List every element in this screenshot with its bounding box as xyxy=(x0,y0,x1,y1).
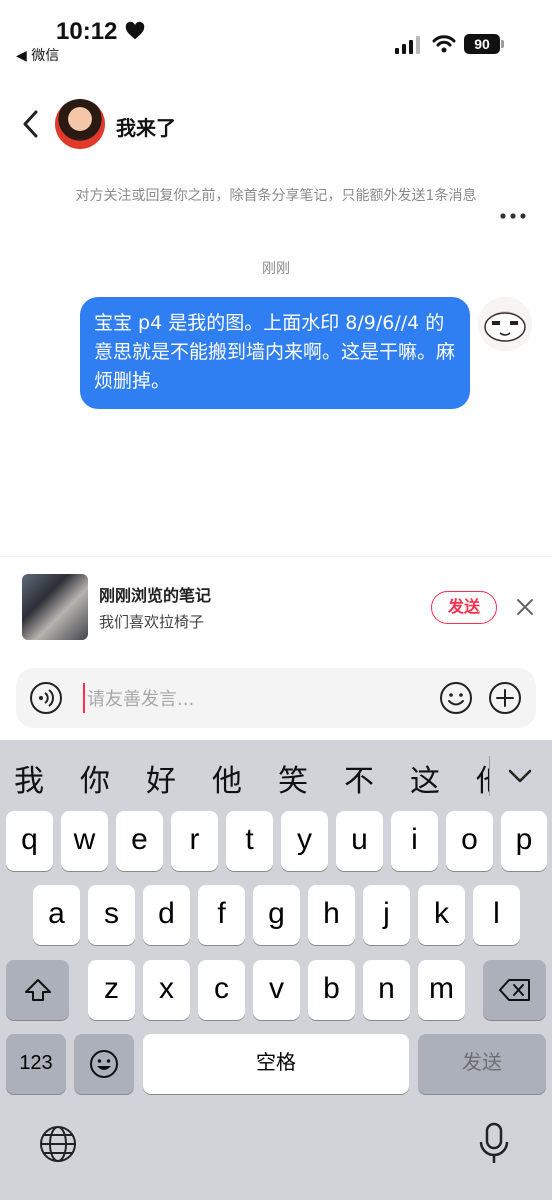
keyboard-send-key[interactable]: 发送 xyxy=(418,1034,546,1094)
wifi-icon xyxy=(432,35,456,53)
key-d[interactable]: d xyxy=(143,885,190,945)
key-o[interactable]: o xyxy=(446,811,493,871)
emoji-icon[interactable] xyxy=(439,681,473,715)
chevron-down-icon[interactable] xyxy=(506,764,534,788)
signal-icon xyxy=(395,36,420,54)
message-input[interactable] xyxy=(87,686,417,712)
key-v[interactable]: v xyxy=(253,960,300,1020)
recent-note-subtitle: 我们喜欢拉椅子 xyxy=(99,613,205,631)
key-w[interactable]: w xyxy=(61,811,108,871)
candidate-divider xyxy=(489,756,490,796)
my-avatar[interactable] xyxy=(478,297,532,351)
candidate-word[interactable]: 这 xyxy=(410,756,440,800)
key-h[interactable]: h xyxy=(308,885,355,945)
key-q[interactable]: q xyxy=(6,811,53,871)
candidate-word[interactable]: 好 xyxy=(146,756,176,800)
key-n[interactable]: n xyxy=(363,960,410,1020)
chat-title[interactable]: 我来了 xyxy=(116,112,176,141)
key-j[interactable]: j xyxy=(363,885,410,945)
candidate-word[interactable]: 他 xyxy=(212,756,242,800)
text-cursor xyxy=(83,683,85,713)
numbers-key[interactable]: 123 xyxy=(6,1034,66,1094)
sent-message-bubble[interactable]: 宝宝 p4 是我的图。上面水印 8/9/6//4 的意思就是不能搬到墙内来啊。这… xyxy=(80,297,470,409)
candidate-word[interactable]: 笑 xyxy=(278,756,308,800)
key-c[interactable]: c xyxy=(198,960,245,1020)
key-a[interactable]: a xyxy=(33,885,80,945)
key-k[interactable]: k xyxy=(418,885,465,945)
globe-icon[interactable] xyxy=(38,1124,78,1164)
shift-icon xyxy=(24,979,51,1001)
contact-avatar[interactable] xyxy=(55,99,105,149)
shift-key[interactable] xyxy=(6,960,69,1020)
key-g[interactable]: g xyxy=(253,885,300,945)
backspace-icon xyxy=(498,979,530,1001)
send-note-button[interactable]: 发送 xyxy=(431,591,497,624)
candidate-word[interactable]: 他 xyxy=(476,756,490,800)
candidate-word[interactable]: 不 xyxy=(344,756,374,800)
backspace-key[interactable] xyxy=(483,960,546,1020)
back-to-wechat-link[interactable]: ◀ 微信 xyxy=(16,45,59,65)
note-thumbnail[interactable] xyxy=(22,574,88,640)
plus-icon[interactable] xyxy=(488,681,522,715)
key-r[interactable]: r xyxy=(171,811,218,871)
close-icon[interactable] xyxy=(514,596,536,618)
key-x[interactable]: x xyxy=(143,960,190,1020)
more-dots-icon[interactable] xyxy=(498,204,528,228)
key-s[interactable]: s xyxy=(88,885,135,945)
battery-indicator: 90 xyxy=(464,34,504,54)
key-l[interactable]: l xyxy=(473,885,520,945)
message-timestamp: 刚刚 xyxy=(262,261,290,277)
candidate-word[interactable]: 你 xyxy=(80,756,110,800)
key-b[interactable]: b xyxy=(308,960,355,1020)
heart-icon xyxy=(125,21,145,40)
key-z[interactable]: z xyxy=(88,960,135,1020)
key-t[interactable]: t xyxy=(226,811,273,871)
key-i[interactable]: i xyxy=(391,811,438,871)
voice-icon[interactable] xyxy=(29,681,63,715)
status-bar: 10:12 ◀ 微信 90 xyxy=(0,0,552,72)
recent-note-title: 刚刚浏览的笔记 xyxy=(99,586,212,605)
key-u[interactable]: u xyxy=(336,811,383,871)
candidate-word[interactable]: 我 xyxy=(14,756,44,800)
key-f[interactable]: f xyxy=(198,885,245,945)
key-p[interactable]: p xyxy=(501,811,547,871)
status-time: 10:12 xyxy=(56,18,118,45)
mic-icon[interactable] xyxy=(478,1122,510,1166)
key-e[interactable]: e xyxy=(116,811,163,871)
back-chevron-icon[interactable] xyxy=(16,108,46,140)
messaging-limit-notice: 对方关注或回复你之前，除首条分享笔记，只能额外发送1条消息 xyxy=(75,188,477,204)
battery-level: 90 xyxy=(464,34,500,54)
space-key[interactable]: 空格 xyxy=(143,1034,409,1094)
emoji-icon xyxy=(90,1050,118,1078)
key-y[interactable]: y xyxy=(281,811,328,871)
emoji-key[interactable] xyxy=(74,1034,134,1094)
key-m[interactable]: m xyxy=(418,960,465,1020)
